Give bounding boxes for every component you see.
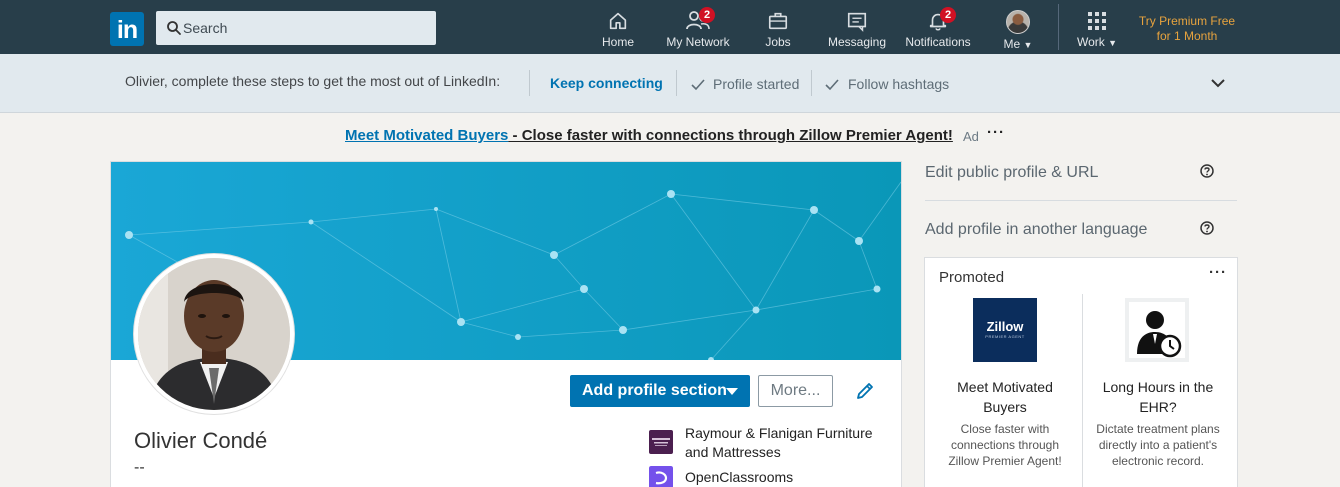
- company-openclassrooms[interactable]: OpenClassrooms: [685, 468, 793, 487]
- profile-headline: --: [134, 459, 145, 476]
- help-icon[interactable]: [1200, 221, 1214, 235]
- try-premium-link[interactable]: Try Premium Free for 1 Month: [1128, 14, 1246, 44]
- nav-jobs-label: Jobs: [765, 35, 791, 49]
- promo-title-zillow[interactable]: Meet Motivated Buyers: [935, 377, 1075, 417]
- home-icon: [609, 12, 627, 30]
- openclassrooms-logo: [649, 466, 673, 487]
- nav-me-label: Me: [1003, 37, 1021, 51]
- pencil-icon[interactable]: [854, 380, 876, 402]
- nav-divider: [1058, 4, 1059, 50]
- doctor-clock-icon[interactable]: [1125, 298, 1189, 362]
- search-icon: [167, 21, 181, 35]
- profile-photo[interactable]: [134, 254, 294, 414]
- network-badge: 2: [699, 7, 715, 23]
- ad-tag: Ad: [963, 129, 979, 144]
- top-navigation: in Home 2 My Network Jobs: [0, 0, 1340, 54]
- search-input[interactable]: [182, 11, 432, 45]
- nav-me-label-wrap: Me ▼: [998, 37, 1038, 51]
- ad-more-icon[interactable]: ···: [987, 124, 1005, 141]
- zillow-logo-text: Zillow: [986, 319, 1024, 334]
- ad-text[interactable]: - Close faster with connections through …: [508, 127, 953, 144]
- steps-intro: Olivier, complete these steps to get the…: [125, 73, 501, 89]
- linkedin-logo[interactable]: in: [110, 12, 144, 46]
- zillow-logo-subtext: PREMIER AGENT: [985, 334, 1025, 339]
- zillow-logo[interactable]: Zillow PREMIER AGENT: [973, 298, 1037, 362]
- step-follow-hashtags[interactable]: Follow hashtags: [848, 76, 949, 92]
- nav-home-label: Home: [601, 35, 634, 49]
- nav-work-label: Work: [1076, 35, 1105, 49]
- nav-work[interactable]: Work ▼: [1072, 8, 1122, 52]
- nav-work-label-wrap: Work ▼: [1072, 35, 1122, 49]
- nav-jobs[interactable]: Jobs: [760, 8, 796, 52]
- nav-messaging[interactable]: Messaging: [826, 8, 888, 52]
- nav-notifications-label: Notifications: [905, 35, 971, 49]
- rail-divider: [925, 200, 1237, 201]
- me-avatar: [1006, 10, 1030, 34]
- nav-home[interactable]: Home: [598, 8, 638, 52]
- search-box[interactable]: [156, 11, 436, 45]
- more-button[interactable]: More...: [758, 375, 833, 407]
- add-profile-section-button[interactable]: Add profile section: [570, 375, 750, 407]
- caret-down-icon: [726, 388, 738, 395]
- profile-photo-image: [138, 258, 290, 410]
- caret-down-icon: ▼: [1023, 40, 1033, 50]
- add-profile-language-link[interactable]: Add profile in another language: [925, 221, 1147, 239]
- profile-name: Olivier Condé: [134, 428, 268, 453]
- briefcase-icon: [768, 12, 788, 30]
- premium-line2: for 1 Month: [1156, 29, 1218, 43]
- add-profile-section-label: Add profile section: [582, 382, 727, 399]
- notifications-badge: 2: [940, 7, 956, 23]
- top-ad-banner[interactable]: Meet Motivated Buyers - Close faster wit…: [345, 127, 953, 144]
- help-icon[interactable]: [1200, 164, 1214, 178]
- check-icon: [825, 79, 839, 91]
- promoted-title: Promoted: [939, 269, 1005, 286]
- company-raymour-flanigan[interactable]: Raymour & Flanigan Furniture and Mattres…: [685, 424, 890, 462]
- check-icon: [691, 79, 705, 91]
- promo-title-ehr[interactable]: Long Hours in the EHR?: [1088, 377, 1228, 417]
- nav-messaging-label: Messaging: [827, 35, 887, 49]
- edit-public-profile-link[interactable]: Edit public profile & URL: [925, 164, 1098, 182]
- messaging-icon: [847, 12, 867, 32]
- step-separator: [529, 70, 530, 96]
- raymour-flanigan-logo: [649, 430, 673, 454]
- nav-notifications[interactable]: 2 Notifications: [902, 7, 974, 52]
- promo-desc-zillow: Close faster with connections through Zi…: [948, 422, 1062, 468]
- promoted-card: Promoted ··· Zillow PREMIER AGENT Meet M…: [924, 257, 1238, 487]
- nav-me[interactable]: Me ▼: [998, 8, 1038, 52]
- step-keep-connecting[interactable]: Keep connecting: [550, 75, 663, 91]
- profile-steps-bar: Olivier, complete these steps to get the…: [0, 54, 1340, 113]
- promo-desc-ehr: Dictate treatment plans directly into a …: [1096, 422, 1220, 468]
- premium-line1: Try Premium Free: [1138, 14, 1236, 28]
- promoted-more-icon[interactable]: ···: [1209, 264, 1227, 281]
- step-profile-started[interactable]: Profile started: [713, 76, 799, 92]
- promo-divider: [1082, 294, 1083, 487]
- step-separator: [676, 70, 677, 96]
- grid-icon: [1088, 12, 1106, 30]
- ad-link[interactable]: Meet Motivated Buyers: [345, 127, 508, 144]
- nav-my-network[interactable]: 2 My Network: [663, 7, 733, 52]
- step-separator: [811, 70, 812, 96]
- caret-down-icon: ▼: [1108, 38, 1118, 48]
- nav-my-network-label: My Network: [666, 35, 730, 49]
- chevron-down-icon[interactable]: [1209, 76, 1227, 90]
